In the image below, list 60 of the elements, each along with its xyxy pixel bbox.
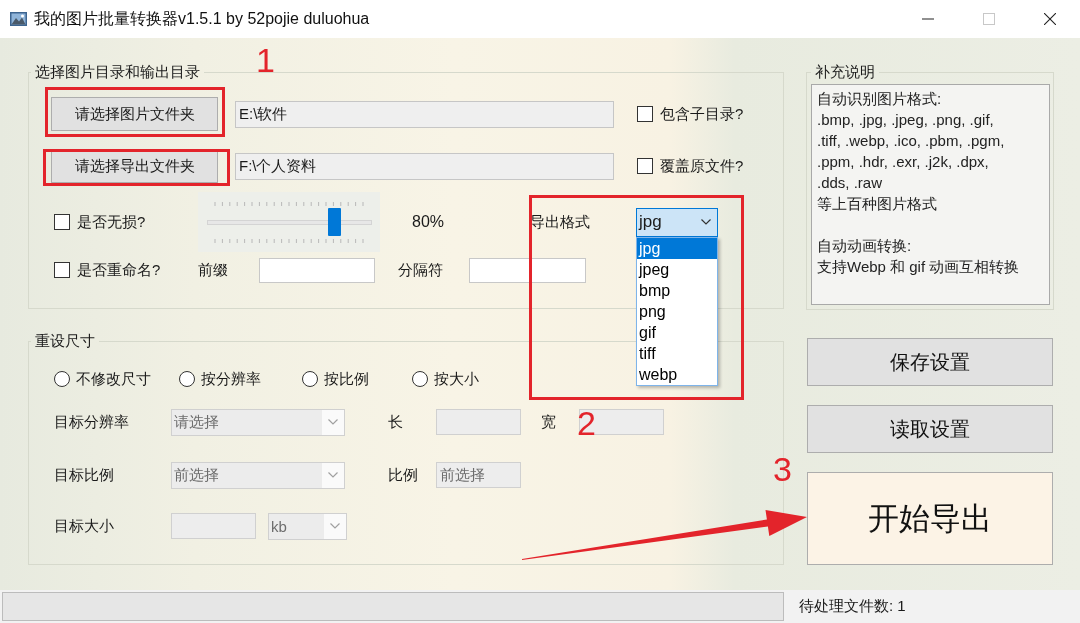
quality-slider[interactable]: [198, 192, 380, 252]
checkbox-label: 是否无损?: [77, 212, 146, 232]
chevron-icon: [701, 219, 711, 225]
checkbox-label: 覆盖原文件?: [660, 156, 744, 176]
close-icon[interactable]: [1043, 13, 1056, 25]
dropdown-option[interactable]: png: [637, 300, 717, 322]
checkbox-label: 包含子目录?: [660, 104, 744, 124]
slider-thumb[interactable]: [327, 208, 341, 236]
input-field[interactable]: [469, 257, 586, 283]
radio-button[interactable]: [54, 371, 70, 387]
input-field[interactable]: [259, 257, 375, 283]
group-title: 补充说明: [814, 62, 876, 82]
chevron-icon: [330, 523, 340, 529]
settings-button[interactable]: 保存设置: [807, 338, 1053, 386]
field-label: 宽: [541, 412, 556, 432]
checkbox[interactable]: [637, 158, 653, 174]
step-number: 3: [773, 452, 792, 486]
settings-button[interactable]: 读取设置: [807, 405, 1053, 453]
step-number: 2: [577, 406, 596, 440]
radio-label: 按大小: [434, 369, 479, 389]
select-folder-button[interactable]: 请选择图片文件夹: [51, 97, 218, 131]
notes-text: 自动识别图片格式: .bmp, .jpg, .jpeg, .png, .gif, .tiff, .webp, .ico, .pbm, .pgm, .ppm, .hdr, .exr, .j2k, .dpx, .dds, .raw 等上百种图片格式 自动动画转换: 支持Webp 和 gif 动画互相转换: [811, 84, 1050, 305]
path-field[interactable]: E:\软件: [235, 100, 614, 128]
chevron-icon: [328, 472, 338, 478]
dropdown-option[interactable]: tiff: [637, 342, 717, 364]
quality-value: 80%: [412, 213, 445, 231]
group-title: 重设尺寸: [34, 331, 96, 351]
field-label: 导出格式: [530, 212, 590, 232]
radio-label: 不修改尺寸: [76, 369, 151, 389]
start-export-button[interactable]: 开始导出: [807, 472, 1053, 565]
field-label: 目标比例: [54, 465, 114, 485]
checkbox[interactable]: [54, 262, 70, 278]
path-field[interactable]: F:\个人资料: [235, 152, 614, 180]
field-label: 目标分辨率: [54, 412, 129, 432]
radio-button[interactable]: [412, 371, 428, 387]
group-title: 选择图片目录和输出目录: [34, 62, 201, 82]
status-text: 待处理文件数: 1: [799, 597, 906, 616]
checkbox[interactable]: [637, 106, 653, 122]
field-label: 分隔符: [398, 260, 443, 280]
dropdown-option[interactable]: jpg: [637, 237, 717, 259]
step-number: 1: [256, 43, 275, 77]
field-label: 目标大小: [54, 516, 114, 536]
radio-label: 按分辨率: [201, 369, 261, 389]
dropdown-option[interactable]: jpeg: [637, 258, 717, 280]
field-label: 长: [388, 412, 403, 432]
minimize-icon[interactable]: [921, 18, 934, 20]
dropdown-option[interactable]: webp: [637, 363, 717, 385]
dropdown-option[interactable]: bmp: [637, 279, 717, 301]
checkbox-label: 是否重命名?: [77, 260, 161, 280]
radio-label: 按比例: [324, 369, 369, 389]
field-label: 比例: [388, 465, 418, 485]
field-label: 前缀: [198, 260, 228, 280]
app-icon: [10, 11, 27, 27]
radio-button[interactable]: [302, 371, 318, 387]
checkbox[interactable]: [54, 214, 70, 230]
radio-button[interactable]: [179, 371, 195, 387]
format-select[interactable]: jpg: [636, 207, 718, 237]
window-title: 我的图片批量转换器v1.5.1 by 52pojie duluohua: [34, 8, 370, 29]
dropdown-option[interactable]: gif: [637, 321, 717, 343]
chevron-icon: [328, 419, 338, 425]
